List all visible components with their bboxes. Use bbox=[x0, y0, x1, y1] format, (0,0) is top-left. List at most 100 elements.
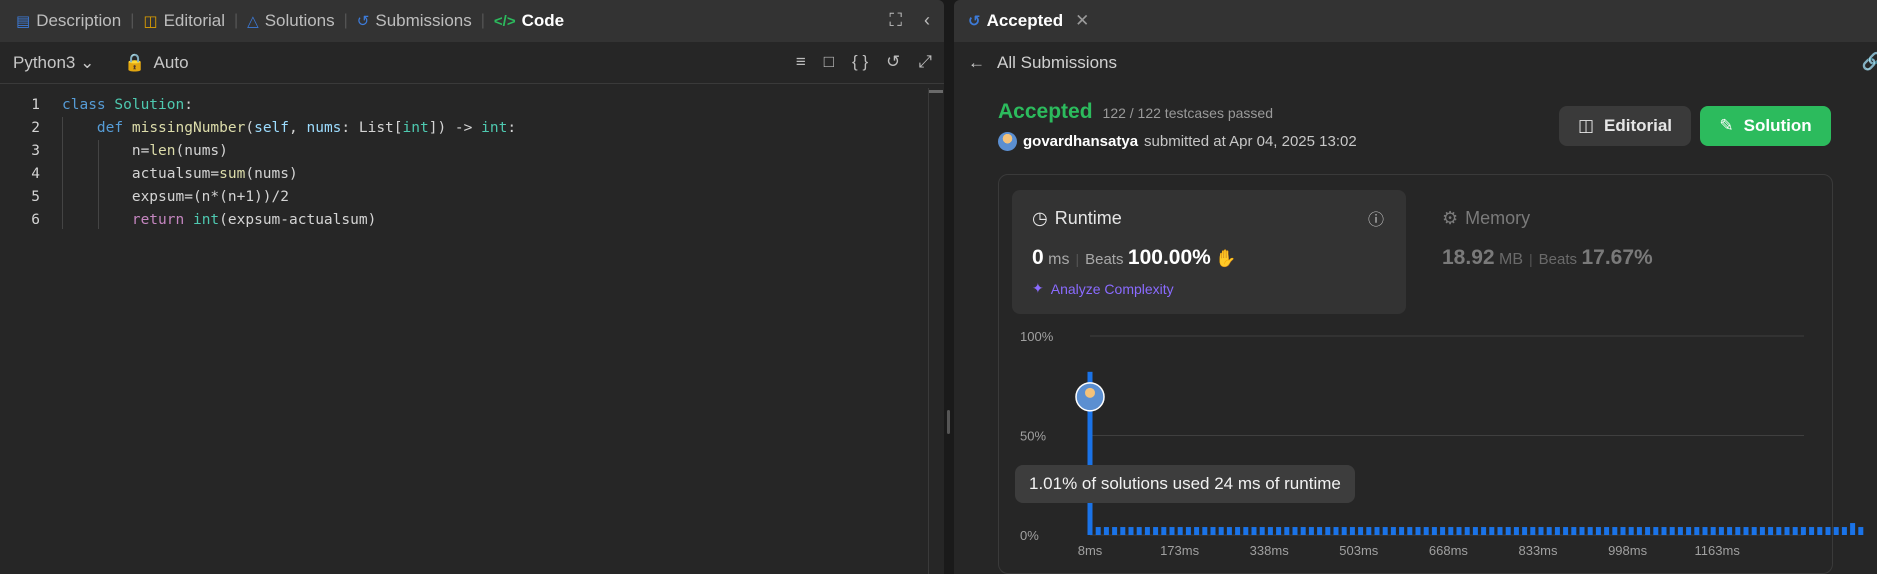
chart-bar[interactable] bbox=[1686, 527, 1692, 535]
chart-bar[interactable] bbox=[1374, 527, 1380, 535]
tab-editorial[interactable]: ◫ Editorial bbox=[134, 0, 234, 42]
chart-bar[interactable] bbox=[1448, 527, 1454, 535]
chart-bar[interactable] bbox=[1317, 527, 1323, 535]
chart-bar[interactable] bbox=[1710, 527, 1716, 535]
chart-bar[interactable] bbox=[1809, 527, 1815, 535]
chart-bar[interactable] bbox=[1489, 527, 1495, 535]
chart-bar[interactable] bbox=[1423, 527, 1429, 535]
chart-bar[interactable] bbox=[1669, 527, 1675, 535]
chevron-left-icon[interactable]: ‹ bbox=[924, 10, 930, 31]
chart-bar[interactable] bbox=[1431, 527, 1437, 535]
chart-bar[interactable] bbox=[1390, 527, 1396, 535]
fullscreen-icon[interactable]: ⛶ bbox=[889, 10, 902, 31]
chart-bar[interactable] bbox=[1218, 527, 1224, 535]
chart-bar[interactable] bbox=[1235, 527, 1241, 535]
chart-bar[interactable] bbox=[1833, 527, 1839, 535]
chart-bar[interactable] bbox=[1546, 527, 1552, 535]
chart-bar[interactable] bbox=[1120, 527, 1126, 535]
chart-bar[interactable] bbox=[1759, 527, 1765, 535]
chart-bar[interactable] bbox=[1768, 527, 1774, 535]
chart-bar[interactable] bbox=[1538, 527, 1544, 535]
reset-icon[interactable]: ↺ bbox=[886, 52, 900, 72]
chart-bar[interactable] bbox=[1382, 527, 1388, 535]
chart-bar[interactable] bbox=[1841, 527, 1847, 535]
tab-submissions[interactable]: ↺ Submissions bbox=[348, 0, 481, 42]
chart-bar[interactable] bbox=[1636, 527, 1642, 535]
chart-bar[interactable] bbox=[1645, 527, 1651, 535]
chart-bar[interactable] bbox=[1292, 527, 1298, 535]
braces-icon[interactable]: { } bbox=[852, 52, 868, 72]
chart-bar[interactable] bbox=[1522, 527, 1528, 535]
chart-bar[interactable] bbox=[1161, 527, 1167, 535]
chart-bar[interactable] bbox=[1177, 527, 1183, 535]
resize-grip[interactable] bbox=[947, 410, 950, 434]
format-icon[interactable]: ≡ bbox=[796, 52, 806, 72]
chart-bar[interactable] bbox=[1628, 527, 1634, 535]
chart-bar[interactable] bbox=[1792, 527, 1798, 535]
chart-bar[interactable] bbox=[1284, 527, 1290, 535]
chart-bar[interactable] bbox=[1481, 527, 1487, 535]
chart-bar[interactable] bbox=[1210, 527, 1216, 535]
chart-bar[interactable] bbox=[1358, 527, 1364, 535]
chart-bar[interactable] bbox=[1653, 527, 1659, 535]
chart-bar[interactable] bbox=[1661, 527, 1667, 535]
tab-description[interactable]: ▤ Description bbox=[0, 0, 130, 42]
chart-bar[interactable] bbox=[1095, 527, 1101, 535]
chart-bar[interactable] bbox=[1153, 527, 1159, 535]
chart-bar[interactable] bbox=[1587, 527, 1593, 535]
chart-bar[interactable] bbox=[1800, 527, 1806, 535]
chart-bar[interactable] bbox=[1472, 527, 1478, 535]
tab-code[interactable]: </> Code bbox=[485, 0, 573, 42]
chart-bar[interactable] bbox=[1144, 527, 1150, 535]
chart-bar[interactable] bbox=[1776, 527, 1782, 535]
chart-bar[interactable] bbox=[1308, 527, 1314, 535]
chart-bar[interactable] bbox=[1349, 527, 1355, 535]
chart-bar[interactable] bbox=[1677, 527, 1683, 535]
chart-bar[interactable] bbox=[1325, 527, 1331, 535]
scrollbar-thumb[interactable] bbox=[929, 90, 943, 93]
chart-bar[interactable] bbox=[1530, 527, 1536, 535]
chart-bar[interactable] bbox=[1850, 523, 1856, 535]
chart-bar[interactable] bbox=[1784, 527, 1790, 535]
chart-bar[interactable] bbox=[1300, 527, 1306, 535]
language-select[interactable]: Python3 ⌄ bbox=[13, 53, 94, 73]
chart-bar[interactable] bbox=[1333, 527, 1339, 535]
chart-bar[interactable] bbox=[1825, 527, 1831, 535]
chart-bar[interactable] bbox=[1440, 527, 1446, 535]
chart-bar[interactable] bbox=[1276, 527, 1282, 535]
chart-bar[interactable] bbox=[1341, 527, 1347, 535]
bookmark-icon[interactable]: □ bbox=[824, 52, 834, 72]
chart-bar[interactable] bbox=[1226, 527, 1232, 535]
chart-bar[interactable] bbox=[1718, 527, 1724, 535]
chart-bar[interactable] bbox=[1595, 527, 1601, 535]
chart-bar[interactable] bbox=[1136, 527, 1142, 535]
chart-bar[interactable] bbox=[1194, 527, 1200, 535]
chart-bar[interactable] bbox=[1169, 527, 1175, 535]
chart-bar[interactable] bbox=[1694, 527, 1700, 535]
chart-bar[interactable] bbox=[1112, 527, 1118, 535]
chart-bar[interactable] bbox=[1128, 527, 1134, 535]
chart-bar[interactable] bbox=[1415, 527, 1421, 535]
chart-bar[interactable] bbox=[1563, 527, 1569, 535]
chart-bar[interactable] bbox=[1202, 527, 1208, 535]
chart-bar[interactable] bbox=[1464, 527, 1470, 535]
auto-mode[interactable]: 🔒 Auto bbox=[124, 53, 188, 73]
chart-bar[interactable] bbox=[1399, 527, 1405, 535]
chart-bar[interactable] bbox=[1407, 527, 1413, 535]
chart-bar[interactable] bbox=[1727, 527, 1733, 535]
chart-bar[interactable] bbox=[1505, 527, 1511, 535]
chart-bar[interactable] bbox=[1858, 527, 1864, 535]
chart-bar[interactable] bbox=[1267, 527, 1273, 535]
tab-solutions[interactable]: △ Solutions bbox=[238, 0, 343, 42]
chart-bar[interactable] bbox=[1702, 527, 1708, 535]
chart-bar[interactable] bbox=[1554, 527, 1560, 535]
chart-bar[interactable] bbox=[1185, 527, 1191, 535]
chart-bar[interactable] bbox=[1513, 527, 1519, 535]
chart-bar[interactable] bbox=[1735, 527, 1741, 535]
chart-bar[interactable] bbox=[1571, 527, 1577, 535]
chart-bar[interactable] bbox=[1497, 527, 1503, 535]
chart-bar[interactable] bbox=[1743, 527, 1749, 535]
panel-resizer[interactable] bbox=[944, 0, 954, 574]
code-editor[interactable]: 1 class Solution: 2 def missingNumber(sel… bbox=[0, 94, 925, 232]
chart-bar[interactable] bbox=[1751, 527, 1757, 535]
